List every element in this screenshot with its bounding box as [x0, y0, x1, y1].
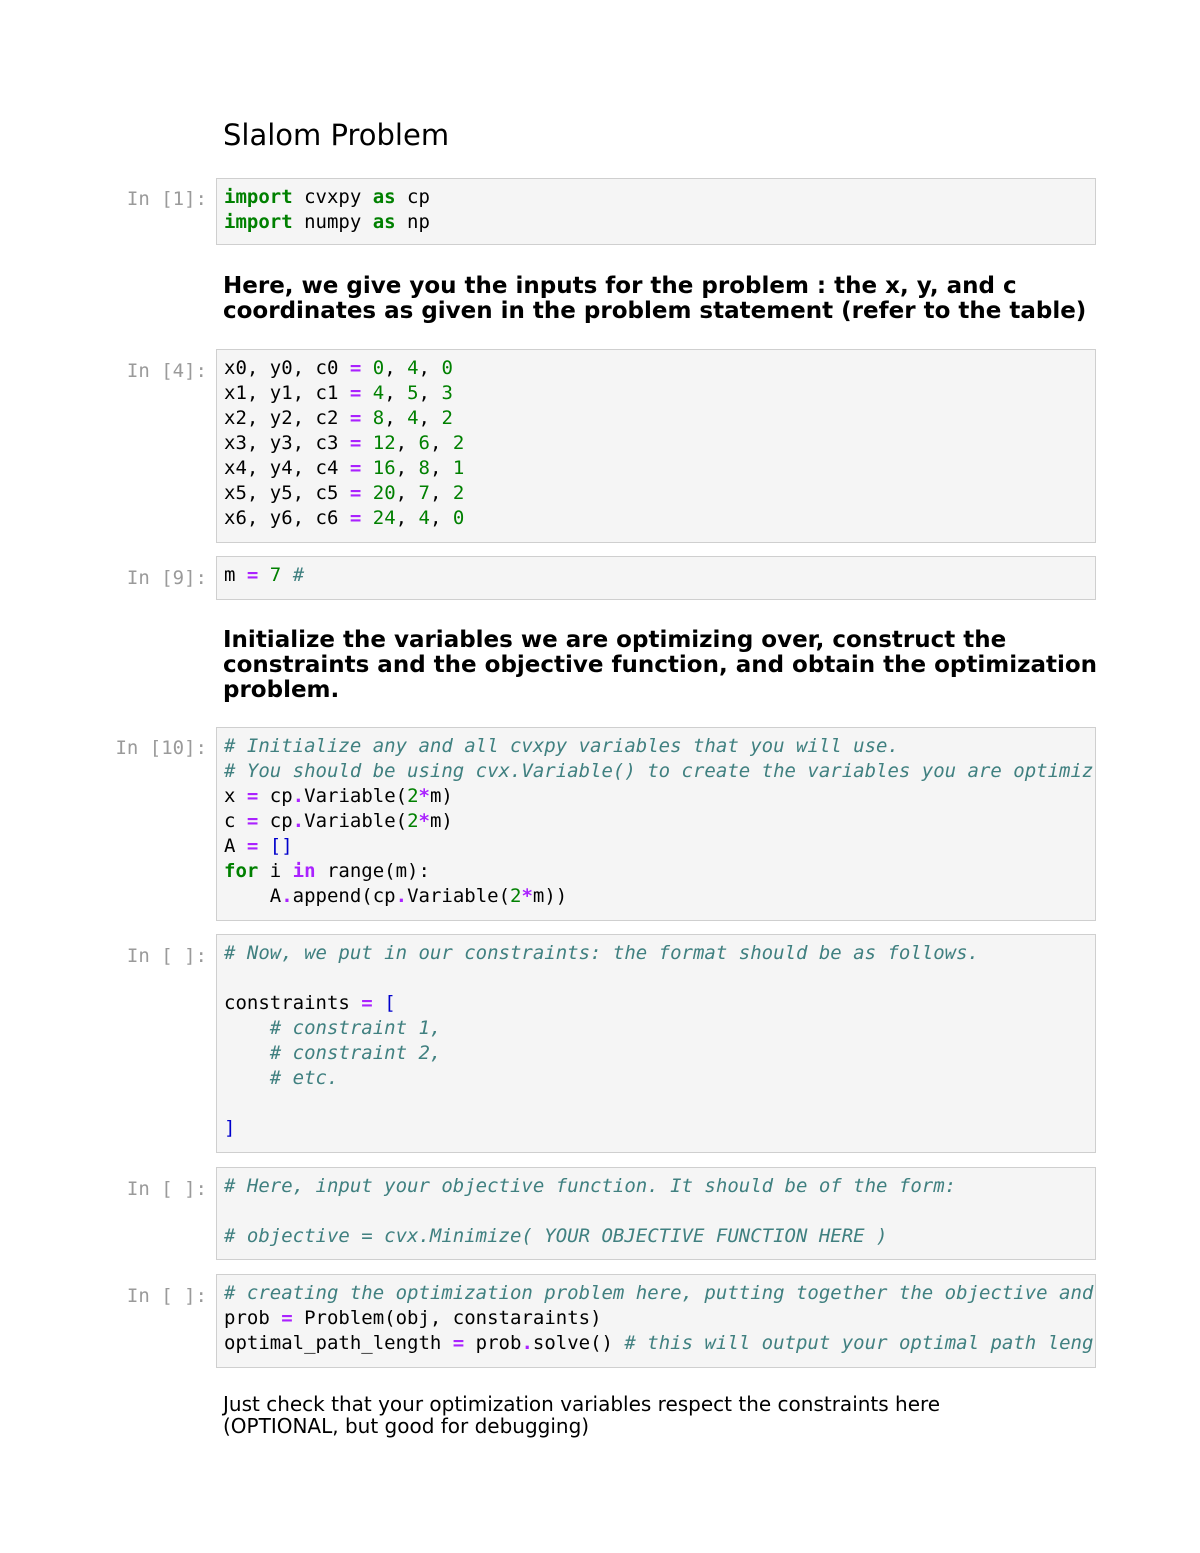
- cell-prompt: In [1]:: [126, 188, 207, 210]
- code-input[interactable]: # Now, we put in our constraints: the fo…: [217, 935, 1095, 1147]
- markdown-line: coordinates as given in the problem stat…: [223, 298, 1087, 324]
- markdown-line: (OPTIONAL, but good for debugging): [223, 1414, 590, 1438]
- cell-prompt: In [10]:: [115, 737, 207, 759]
- cell-prompt: In [4]:: [126, 360, 207, 382]
- cell-prompt: In [ ]:: [126, 1178, 207, 1200]
- markdown-check-description: Just check that your optimization variab…: [223, 1393, 1123, 1437]
- code-cell-variables[interactable]: # Initialize any and all cvxpy variables…: [216, 727, 1096, 921]
- code-cell-coordinates[interactable]: x0, y0, c0 = 0, 4, 0 x1, y1, c1 = 4, 5, …: [216, 349, 1096, 543]
- code-input[interactable]: import cvxpy as cp import numpy as np: [217, 179, 1095, 241]
- markdown-line: problem.: [223, 677, 340, 703]
- code-input[interactable]: # Here, input your objective function. I…: [217, 1168, 1095, 1255]
- markdown-line: constraints and the objective function, …: [223, 652, 1098, 678]
- markdown-initialize-description: Initialize the variables we are optimizi…: [223, 628, 1123, 703]
- code-input[interactable]: # Initialize any and all cvxpy variables…: [217, 728, 1095, 915]
- code-cell-m[interactable]: m = 7 #: [216, 556, 1096, 600]
- code-input[interactable]: x0, y0, c0 = 0, 4, 0 x1, y1, c1 = 4, 5, …: [217, 350, 1095, 537]
- markdown-line: Here, we give you the inputs for the pro…: [223, 273, 1017, 299]
- markdown-inputs-description: Here, we give you the inputs for the pro…: [223, 274, 1123, 324]
- notebook-title: Slalom Problem: [223, 118, 450, 152]
- code-cell-problem[interactable]: # creating the optimization problem here…: [216, 1274, 1096, 1368]
- cell-prompt: In [ ]:: [126, 1285, 207, 1307]
- markdown-line: Just check that your optimization variab…: [223, 1392, 941, 1416]
- code-cell-imports[interactable]: import cvxpy as cp import numpy as np: [216, 178, 1096, 245]
- code-input[interactable]: # creating the optimization problem here…: [217, 1275, 1095, 1362]
- cell-prompt: In [ ]:: [126, 945, 207, 967]
- code-cell-constraints[interactable]: # Now, we put in our constraints: the fo…: [216, 934, 1096, 1153]
- code-input[interactable]: m = 7 #: [217, 557, 1095, 594]
- code-cell-objective[interactable]: # Here, input your objective function. I…: [216, 1167, 1096, 1260]
- markdown-line: Initialize the variables we are optimizi…: [223, 627, 1007, 653]
- cell-prompt: In [9]:: [126, 567, 207, 589]
